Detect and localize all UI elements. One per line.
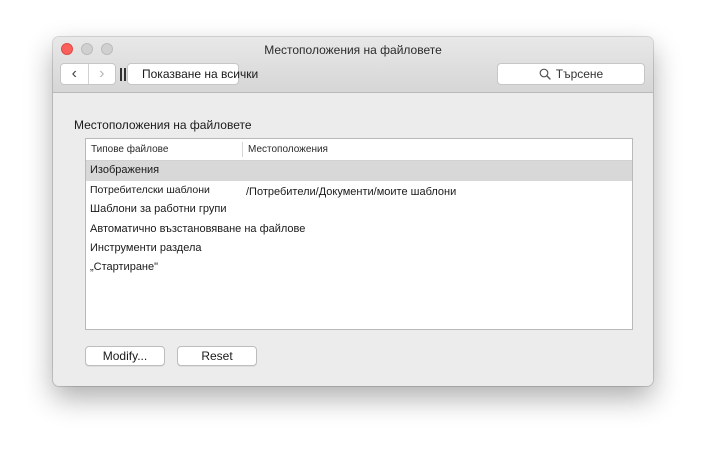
column-header-locations[interactable]: Местоположения <box>248 139 328 160</box>
row-file-type: Изображения <box>90 164 160 176</box>
search-icon <box>539 68 551 80</box>
table-row[interactable]: Потребителски шаблони /Потребители/Докум… <box>86 181 632 201</box>
row-file-type: Шаблони за работни групи <box>90 203 227 215</box>
back-button[interactable]: ‹ <box>61 64 89 84</box>
table-row[interactable]: Шаблони за работни групи <box>86 200 632 220</box>
column-header-file-types[interactable]: Типове файлове <box>91 139 168 160</box>
modify-button[interactable]: Modify... <box>85 346 165 366</box>
table-row[interactable]: Автоматично възстановяване на файлове <box>86 220 632 240</box>
window-title: Местоположения на файловете <box>264 43 442 57</box>
section-title: Местоположения на файловете <box>74 118 252 132</box>
row-location: /Потребители/Документи/моите шаблони <box>246 185 457 198</box>
search-placeholder: Търсене <box>555 67 604 81</box>
chevron-right-icon: › <box>99 65 105 82</box>
column-divider <box>242 142 243 157</box>
row-file-type: Автоматично възстановяване на файлове <box>90 222 306 235</box>
forward-button[interactable]: › <box>89 64 116 84</box>
file-locations-table: Типове файлове Местоположения Изображени… <box>85 138 633 330</box>
table-row[interactable]: Изображения <box>86 161 632 181</box>
navigation-buttons: ‹ › <box>60 63 116 85</box>
preferences-window: Местоположения на файловете ‹ › Показван… <box>53 37 653 386</box>
search-field[interactable]: Търсене <box>497 63 645 85</box>
title-bar: Местоположения на файловете ‹ › Показван… <box>53 37 653 93</box>
table-header: Типове файлове Местоположения <box>86 139 632 161</box>
show-all-button[interactable]: Показване на всички <box>127 63 258 85</box>
row-file-type: Потребителски шаблони <box>90 183 210 196</box>
table-row[interactable]: Инструменти раздела „Стартиране" <box>86 239 632 278</box>
chevron-left-icon: ‹ <box>71 65 77 82</box>
row-file-type: Инструменти раздела „Стартиране" <box>90 242 202 273</box>
grid-view-icon[interactable] <box>120 68 126 81</box>
reset-button[interactable]: Reset <box>177 346 257 366</box>
